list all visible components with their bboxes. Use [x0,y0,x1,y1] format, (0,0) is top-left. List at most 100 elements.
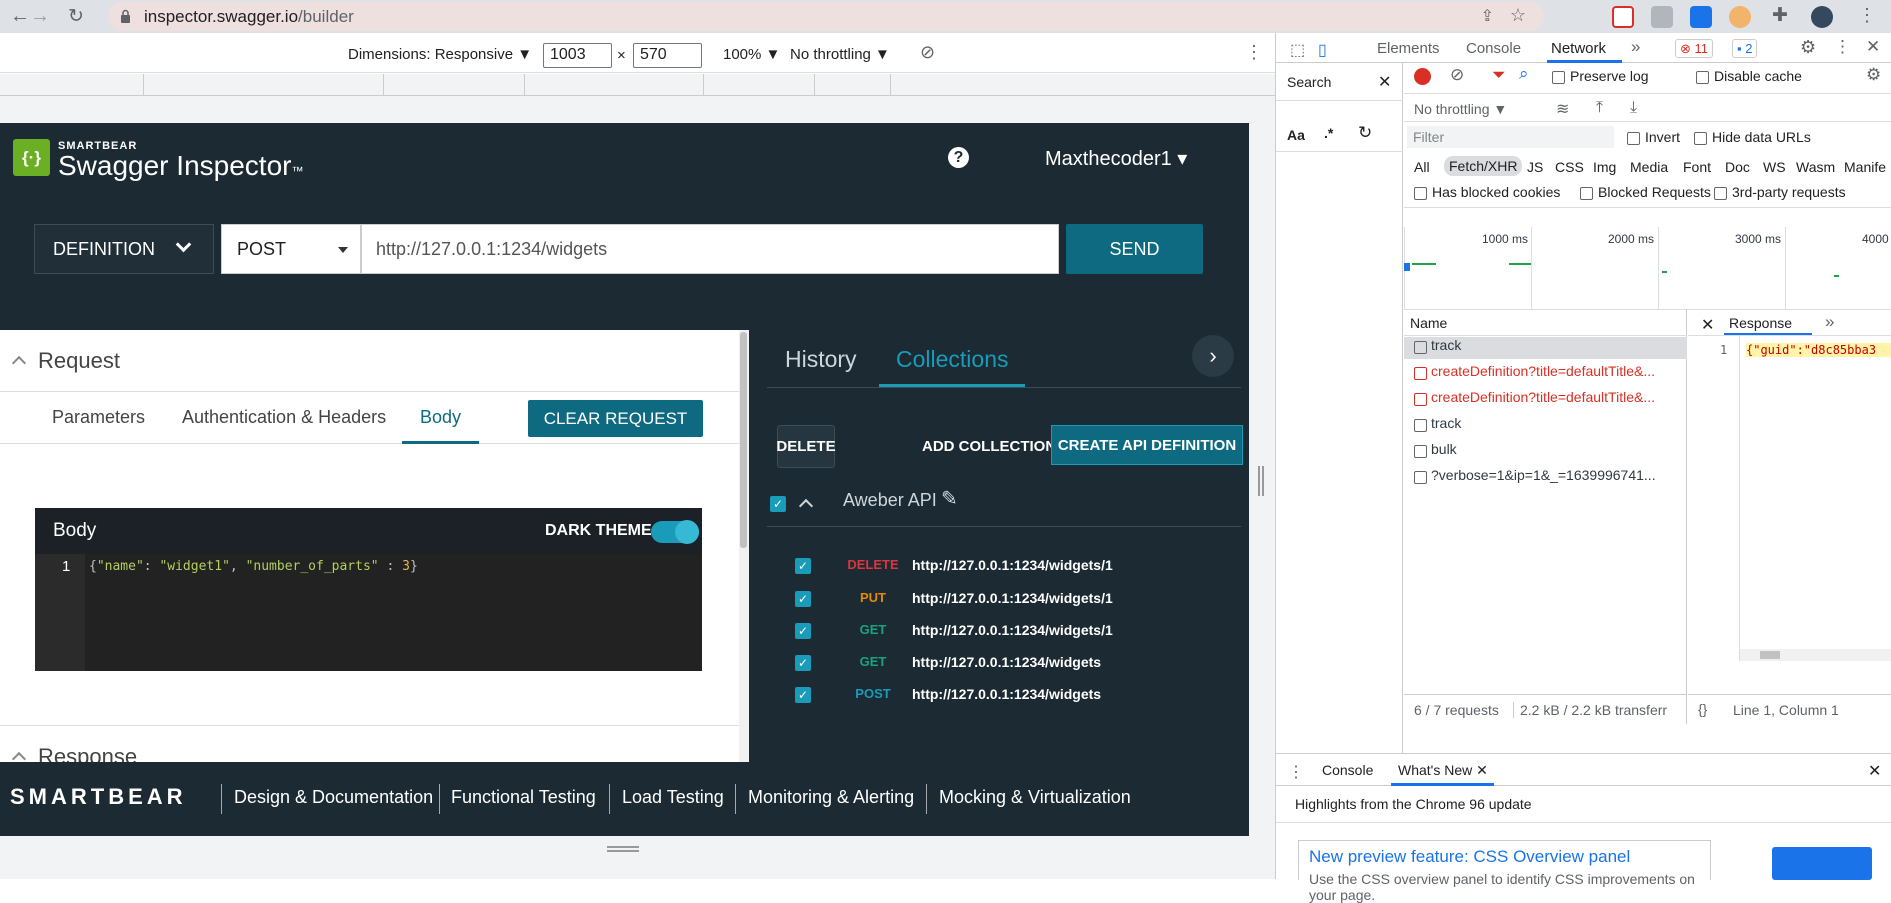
definition-button[interactable]: DEFINITION [34,224,214,274]
message-count-badge[interactable]: ▪ 2 [1732,39,1758,58]
rotate-icon[interactable]: ⊘ [920,42,935,63]
invert-checkbox[interactable]: Invert [1627,129,1680,145]
bookmark-star-icon[interactable]: ☆ [1510,5,1526,26]
list-item[interactable]: ✓ POST http://127.0.0.1:1234/widgets [749,683,1249,709]
add-collection-button[interactable]: ADD COLLECTION [922,438,1056,455]
dimensions-select[interactable]: Dimensions: Responsive ▼ [348,46,532,63]
list-item[interactable]: ✓ GET http://127.0.0.1:1234/widgets [749,651,1249,677]
has-blocked-cookies-checkbox[interactable]: Has blocked cookies [1414,184,1560,200]
height-input[interactable]: 570 [633,43,702,68]
type-media[interactable]: Media [1630,159,1668,175]
tab-body[interactable]: Body [420,407,461,428]
hide-data-urls-checkbox[interactable]: Hide data URLs [1694,129,1811,145]
forward-icon[interactable]: → [30,5,50,28]
request-row[interactable]: ?verbose=1&ip=1&_=1639996741... [1404,467,1687,489]
close-icon[interactable]: ✕ [1868,761,1881,781]
download-icon[interactable]: ⤓ [1630,99,1637,117]
tab-collections[interactable]: Collections [896,346,1009,373]
horizontal-scrollbar[interactable] [1740,649,1891,661]
devtools-more-icon[interactable]: ⋮ [1834,37,1851,57]
extensions-puzzle-icon[interactable]: ✚ [1772,4,1788,27]
record-icon[interactable] [1414,68,1431,85]
extension-shield-icon[interactable] [1612,6,1634,28]
code-editor[interactable]: {"name": "widget1", "number_of_parts" : … [85,554,702,671]
tab-history[interactable]: History [785,346,857,373]
type-doc[interactable]: Doc [1725,159,1750,175]
timeline-overview[interactable]: 1000 ms 2000 ms 3000 ms 4000 [1404,227,1891,309]
list-item[interactable]: ✓ GET http://127.0.0.1:1234/widgets/1 [749,619,1249,645]
type-font[interactable]: Font [1683,159,1711,175]
extension-face-icon[interactable] [1729,6,1751,28]
chrome-menu-icon[interactable]: ⋮ [1858,5,1876,26]
close-icon[interactable]: ✕ [1378,72,1391,92]
close-icon[interactable]: ✕ [1701,315,1714,335]
request-row[interactable]: createDefinition?title=defaultTitle&... [1404,363,1687,385]
share-icon[interactable]: ⇪ [1481,6,1494,26]
tab-auth-headers[interactable]: Authentication & Headers [182,407,386,428]
disable-cache-checkbox[interactable]: Disable cache [1696,68,1802,84]
chevron-right-icon[interactable]: › [1192,335,1234,377]
filter-input[interactable]: Filter [1407,126,1614,148]
tab-console[interactable]: Console [1466,40,1521,57]
drawer-tab-whats-new[interactable]: What's New ✕ [1398,762,1488,779]
blocked-requests-checkbox[interactable]: Blocked Requests [1580,184,1711,200]
viewport-resize-handle[interactable] [1249,96,1275,879]
zoom-select[interactable]: 100% ▼ [723,46,780,63]
dark-theme-toggle[interactable] [651,520,699,544]
address-bar[interactable]: inspector.swagger.io/builder ⇪ ☆ [108,2,1544,31]
upload-icon[interactable]: ⤒ [1596,99,1603,117]
width-input[interactable]: 1003 [543,43,612,68]
type-manifest[interactable]: Manife [1844,159,1891,175]
request-row[interactable]: bulk [1404,441,1687,463]
user-menu[interactable]: Maxthecoder1 ▾ [1045,146,1187,171]
search-icon[interactable]: ⌕ [1519,64,1529,84]
list-item[interactable]: ✓ PUT http://127.0.0.1:1234/widgets/1 [749,587,1249,613]
collapse-icon[interactable] [798,498,814,514]
delete-button[interactable]: DELETE [776,425,836,468]
method-select[interactable]: POST [221,224,361,274]
type-all[interactable]: All [1414,159,1430,175]
tab-network[interactable]: Network [1551,40,1606,57]
search-tab[interactable]: Search [1287,74,1331,90]
row-checkbox[interactable]: ✓ [795,687,811,703]
row-checkbox[interactable]: ✓ [795,591,811,607]
device-toggle-icon[interactable]: ▯ [1318,40,1327,60]
row-checkbox[interactable]: ✓ [795,655,811,671]
profile-avatar[interactable] [1811,6,1833,28]
pretty-print-icon[interactable]: {} [1698,701,1707,717]
tab-elements[interactable]: Elements [1377,40,1440,57]
tab-parameters[interactable]: Parameters [52,407,145,428]
request-row[interactable]: createDefinition?title=defaultTitle&... [1404,389,1687,411]
back-icon[interactable]: ← [10,5,30,28]
footer-link-functional[interactable]: Functional Testing [451,787,596,808]
more-tabs-icon[interactable]: » [1631,37,1640,57]
inspect-icon[interactable]: ⬚ [1290,40,1305,60]
collection-checkbox[interactable]: ✓ [770,496,786,512]
request-header[interactable]: Request [0,330,740,392]
network-settings-icon[interactable]: ⚙ [1866,65,1881,85]
settings-gear-icon[interactable]: ⚙ [1800,37,1816,58]
help-icon[interactable]: ? [948,147,969,168]
type-css[interactable]: CSS [1555,159,1584,175]
extension-blue-icon[interactable] [1690,6,1712,28]
throttle-select[interactable]: No throttling ▼ [1414,101,1507,117]
throttle-select[interactable]: No throttling ▼ [790,46,890,63]
list-item[interactable]: ✓ DELETE http://127.0.0.1:1234/widgets/1 [749,554,1249,580]
clear-icon[interactable]: ⊘ [1450,65,1464,85]
drawer-tab-console[interactable]: Console [1322,762,1373,778]
resize-grip[interactable] [607,846,639,852]
request-row[interactable]: track [1404,337,1687,359]
type-js[interactable]: JS [1527,159,1543,175]
drawer-menu-icon[interactable]: ⋮ [1288,762,1304,782]
extension-gray-icon[interactable] [1651,6,1673,28]
type-wasm[interactable]: Wasm [1796,159,1835,175]
reload-icon[interactable]: ↻ [68,5,84,28]
close-icon[interactable]: ✕ [1866,37,1880,57]
preserve-log-checkbox[interactable]: Preserve log [1552,68,1649,84]
device-more-icon[interactable]: ⋮ [1245,42,1263,63]
clear-request-button[interactable]: CLEAR REQUEST [528,400,703,437]
scrollbar[interactable] [739,330,748,780]
footer-link-mocking[interactable]: Mocking & Virtualization [939,787,1131,808]
footer-link-monitoring[interactable]: Monitoring & Alerting [748,787,914,808]
filter-icon[interactable]: ⏷ [1492,65,1506,85]
